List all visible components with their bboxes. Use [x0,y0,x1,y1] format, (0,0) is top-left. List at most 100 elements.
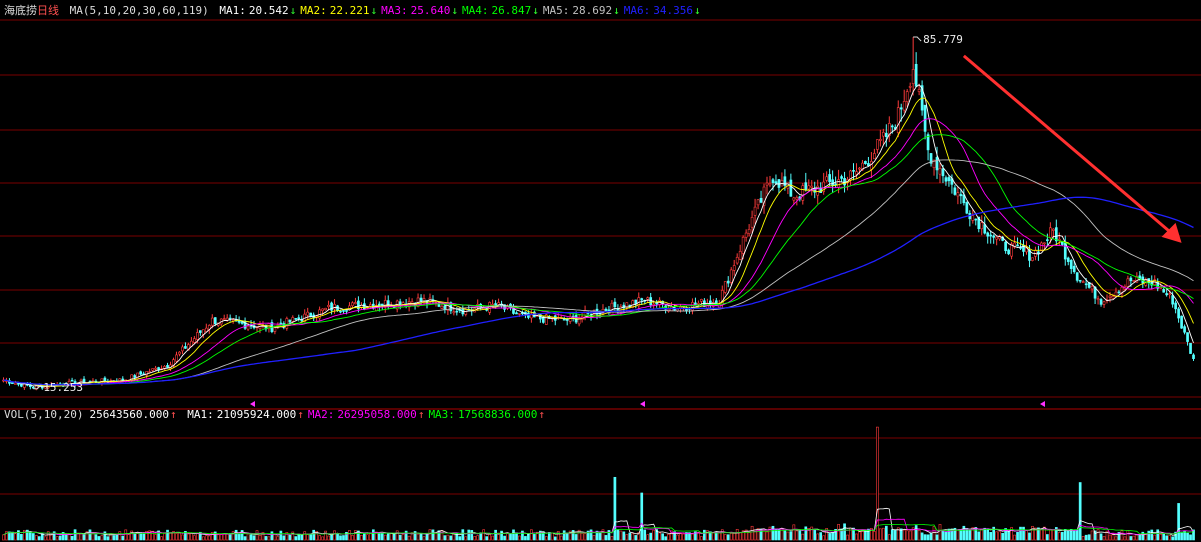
volume-bar [1168,535,1171,541]
volume-bar [64,534,68,541]
candle-body [1049,227,1052,238]
volume-bar [679,533,682,541]
ma-label-6: MA6: [623,4,651,17]
volume-bar [1016,531,1019,541]
volume-bar [989,532,993,541]
candle-body [345,310,348,312]
volume-bar [175,533,178,541]
trend-arrow-shaft [962,54,1175,237]
candle-body [759,197,763,203]
candle-body [1162,289,1166,293]
candle-body [515,312,518,315]
volume-bar [524,536,527,541]
volume-bar [255,530,259,541]
candle-body [747,229,751,234]
volume-bar [908,530,912,541]
volume-bar [798,530,802,541]
volume-bar [219,534,223,541]
volume-bar [1040,528,1043,541]
volume-bar [467,529,471,541]
vol-ma-value-1: 21095924.000 [216,408,297,421]
volume-bar [515,532,518,541]
volume-bar [464,536,468,541]
volume-bar [324,530,327,541]
volume-bar [485,536,489,541]
volume-bar [711,532,715,541]
ma-value-3: 25.640 [410,4,451,17]
volume-bar [1180,532,1183,541]
candle-body [905,91,909,102]
volume-bar [735,528,739,541]
volume-bar [631,533,635,541]
volume-bar [258,535,262,541]
candle-body [139,371,143,375]
vol-ma-label-2: MA2: [307,408,335,421]
candle-body [1189,342,1192,354]
candle-body [1165,293,1169,296]
volume-bar [998,531,1001,541]
volume-bar [846,534,849,541]
candle-body [723,281,727,293]
volume-bar [881,527,885,541]
volume-bar [395,530,399,541]
volume-bar [243,536,247,541]
volume-bar [902,529,906,541]
volume-bar [425,533,429,541]
volume-bar [792,524,796,541]
candle-body [1075,272,1079,281]
volume-bar [1060,531,1064,541]
candle-body [196,332,199,340]
candle-body [986,232,990,237]
candle-body [810,185,814,188]
candle-body [1043,242,1046,245]
volume-bar [142,533,146,541]
volume-bar [1099,533,1103,541]
volume-bar [1132,535,1136,541]
volume-bar [890,529,894,541]
candle-body [831,179,834,186]
candle-body [181,346,184,352]
candle-body [133,375,137,378]
volume-bar [855,533,858,541]
volume-bar [249,534,253,541]
volume-bar [1057,532,1061,541]
candle-body [700,299,703,302]
candle-body [184,346,187,349]
volume-bar [1081,536,1085,541]
volume-bar [765,531,769,541]
volume-bar [831,532,834,541]
volume-bar [136,532,140,541]
volume-bar [1031,525,1034,541]
volume-bar [37,536,41,541]
volume-bar [422,536,426,541]
candle-body [1132,280,1136,282]
event-marker [640,401,645,407]
candle-body [1126,278,1130,287]
volume-bar [873,531,876,541]
volume-bar [956,529,960,541]
candle-body [1102,301,1106,305]
volume-bar [300,534,304,541]
volume-bar [201,536,205,541]
volume-bar [222,533,226,541]
vol-ma-label-1: MA1: [187,408,214,421]
volume-bar [553,536,557,541]
volume-bar [449,535,453,541]
volume-bar [530,529,533,541]
volume-bar [234,529,238,541]
period-label[interactable]: 日线 [37,4,59,17]
candle-body [873,153,876,160]
volume-bar [610,536,614,541]
volume-bar [929,532,933,541]
volume-bar [401,533,405,541]
volume-bar [348,530,351,541]
candle-body [753,206,757,216]
volume-bar [204,535,208,541]
volume-bar [932,526,936,541]
candle-body [452,311,456,314]
volume-bar [1189,534,1192,541]
candle-body [1111,295,1115,299]
volume-bar [1111,534,1115,541]
volume-bar [720,529,724,541]
candle-body [610,302,614,315]
